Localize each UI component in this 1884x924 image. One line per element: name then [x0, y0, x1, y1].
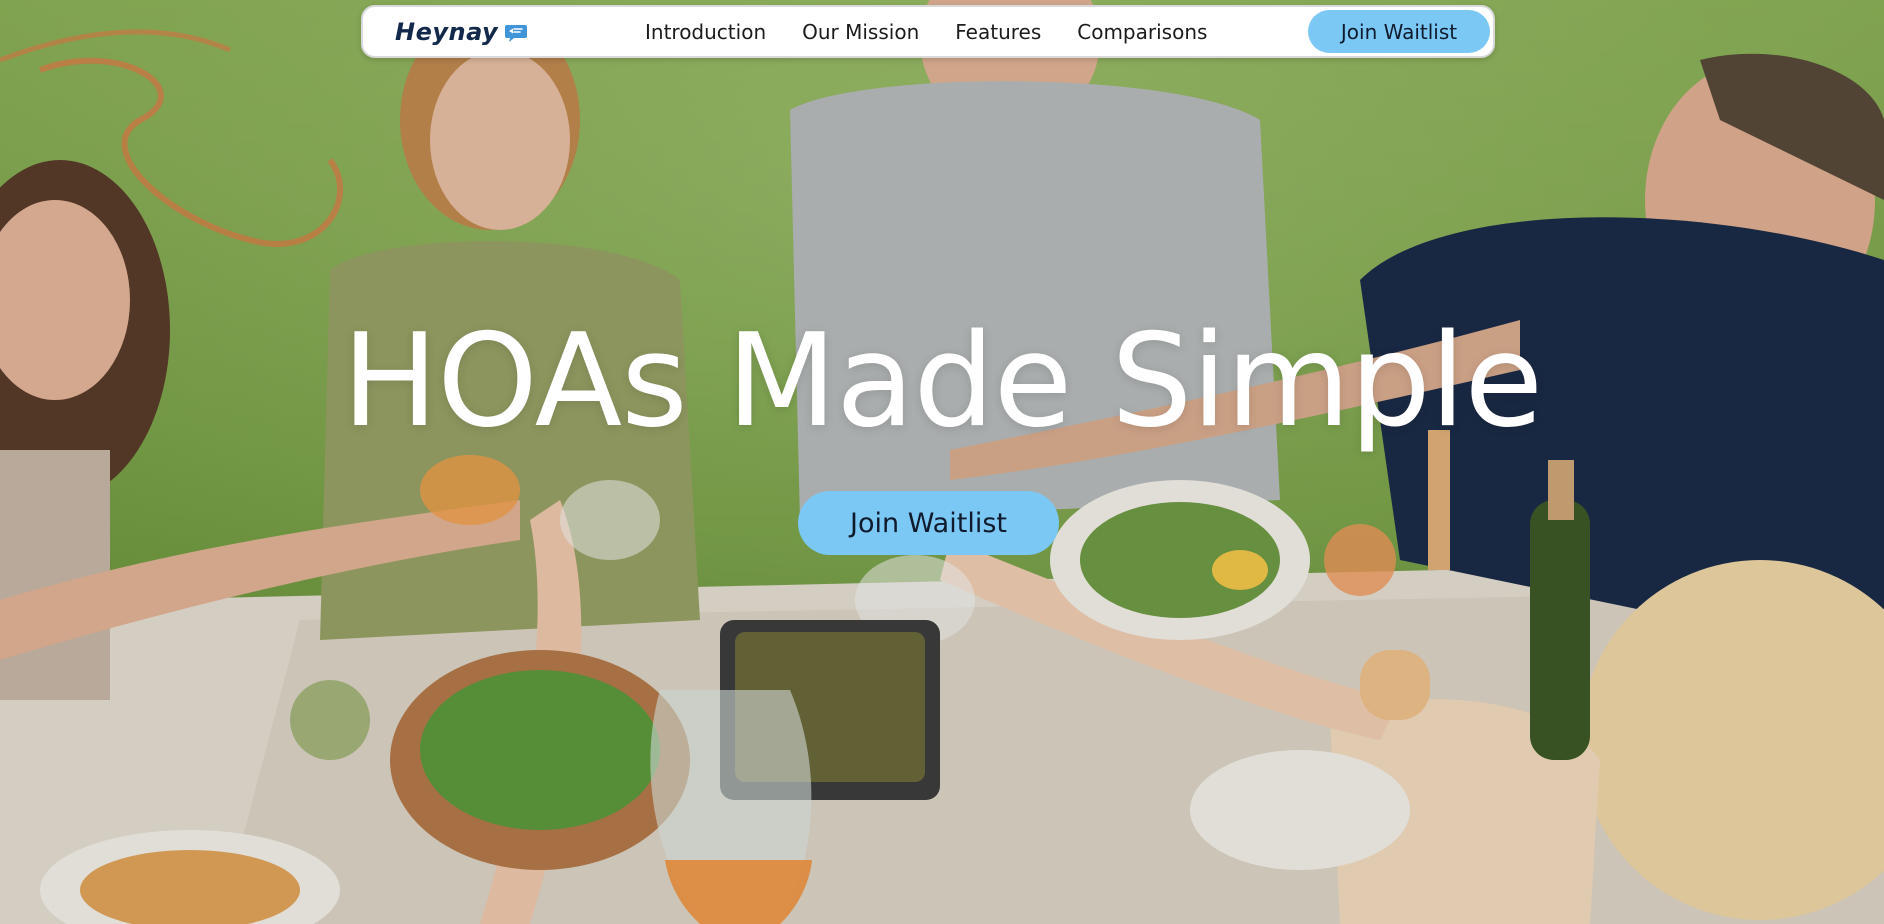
hero-section: Heynay Introduction Our Mission Features…	[0, 0, 1884, 924]
brand-logo[interactable]: Heynay	[395, 7, 528, 56]
nav-link-our-mission[interactable]: Our Mission	[802, 20, 919, 44]
background-photo	[0, 0, 1884, 924]
nav-link-introduction[interactable]: Introduction	[645, 20, 766, 44]
nav-join-waitlist-button[interactable]: Join Waitlist	[1308, 10, 1490, 53]
hero-headline: HOAs Made Simple	[341, 307, 1543, 456]
top-navbar: Heynay Introduction Our Mission Features…	[361, 5, 1495, 58]
nav-link-comparisons[interactable]: Comparisons	[1077, 20, 1207, 44]
hero-join-waitlist-button[interactable]: Join Waitlist	[798, 491, 1059, 555]
brand-name: Heynay	[395, 17, 499, 46]
chat-bubble-icon	[505, 24, 528, 42]
nav-link-features[interactable]: Features	[955, 20, 1041, 44]
nav-links: Introduction Our Mission Features Compar…	[645, 7, 1207, 56]
